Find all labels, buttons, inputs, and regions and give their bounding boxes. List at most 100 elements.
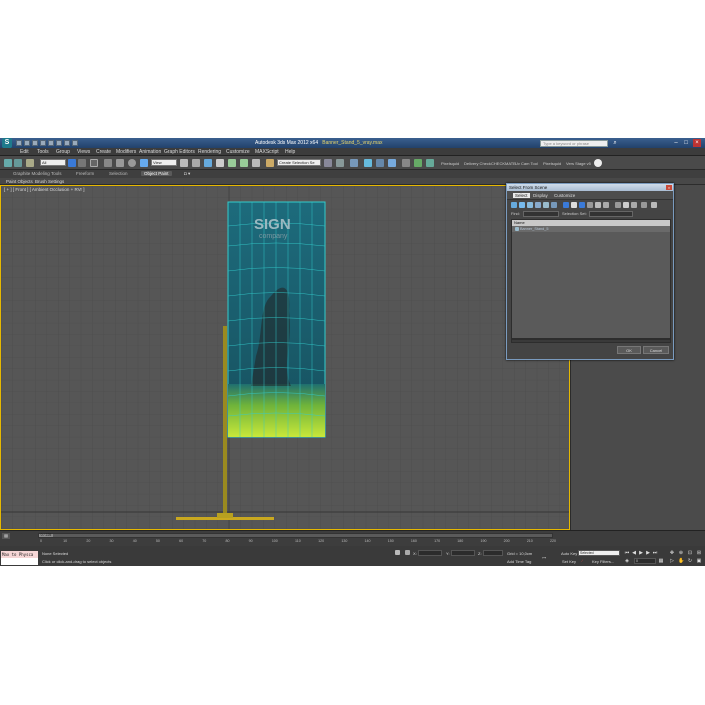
lock-selection-icon[interactable]: [395, 550, 400, 555]
menu-group[interactable]: Group: [56, 149, 70, 155]
find-input[interactable]: [523, 211, 559, 217]
maxscript-listener[interactable]: Max to Physca: [1, 551, 38, 558]
stand-pole[interactable]: [223, 326, 227, 518]
link-icon[interactable]: [4, 159, 12, 167]
eye-icon[interactable]: [594, 159, 602, 167]
auto-key-button[interactable]: Auto Key: [561, 551, 577, 556]
mirror-icon[interactable]: [324, 159, 332, 167]
viewport-label[interactable]: [ + ] [ Front ] [ Ambient Occlusion + RV…: [4, 187, 85, 192]
tab-graphite-modeling[interactable]: Graphite Modeling Tools: [10, 171, 64, 176]
set-key-icon[interactable]: ⁄: [582, 558, 583, 563]
display-shapes-icon[interactable]: [519, 202, 525, 208]
percent-snap-icon[interactable]: [240, 159, 248, 167]
curve-editor-icon[interactable]: [376, 159, 384, 167]
display-invert-icon[interactable]: [631, 202, 637, 208]
display-geometry-icon[interactable]: [511, 202, 517, 208]
selection-set-dropdown[interactable]: [589, 211, 633, 217]
dialog-menu-display[interactable]: Display: [533, 193, 548, 198]
hold-icon[interactable]: [56, 140, 62, 146]
mini-curve-editor-icon[interactable]: ▤: [2, 533, 10, 539]
select-manipulate-icon[interactable]: [192, 159, 200, 167]
filter-icon[interactable]: [641, 202, 647, 208]
x-coordinate-field[interactable]: [418, 550, 442, 556]
redo-icon[interactable]: [48, 140, 54, 146]
menu-graph-editors[interactable]: Graph Editors: [164, 149, 195, 155]
edit-named-selection-icon[interactable]: [266, 159, 274, 167]
time-slider-thumb[interactable]: 0 / 225: [39, 533, 53, 537]
orbit-icon[interactable]: ↻: [687, 558, 693, 564]
tab-selection[interactable]: Selection: [106, 171, 131, 176]
window-crossing-icon[interactable]: [104, 159, 112, 167]
dialog-title-bar[interactable]: Select From Scene ×: [507, 184, 673, 191]
select-from-scene-dialog[interactable]: Select From Scene × Select Display Custo…: [506, 183, 674, 360]
menu-create[interactable]: Create: [96, 149, 111, 155]
list-item[interactable]: Banner_Stand_5: [512, 226, 670, 232]
y-coordinate-field[interactable]: [451, 550, 475, 556]
maximize-icon[interactable]: □: [682, 139, 690, 147]
display-helpers-icon[interactable]: [543, 202, 549, 208]
menu-edit[interactable]: Edit: [20, 149, 29, 155]
search-icon[interactable]: ⌕: [611, 139, 619, 147]
menu-modifiers[interactable]: Modifiers: [116, 149, 136, 155]
object-list[interactable]: Name Banner_Stand_5: [511, 219, 671, 339]
dialog-close-icon[interactable]: ×: [666, 185, 672, 190]
display-hidden-icon[interactable]: [603, 202, 609, 208]
named-selection-dropdown[interactable]: Create Selection Se: [277, 159, 321, 166]
select-by-name-icon[interactable]: [78, 159, 86, 167]
keyboard-shortcut-icon[interactable]: [204, 159, 212, 167]
go-to-start-icon[interactable]: ⏮: [624, 550, 630, 556]
zoom-icon[interactable]: ✥: [669, 550, 675, 556]
pixelsquid-button-2[interactable]: Pixelsquid: [543, 161, 561, 166]
time-configuration-icon[interactable]: ▦: [658, 558, 664, 564]
go-to-end-icon[interactable]: ⏭: [652, 550, 658, 556]
move-icon[interactable]: [116, 159, 124, 167]
save-file-icon[interactable]: [32, 140, 38, 146]
cancel-button[interactable]: Cancel: [643, 346, 669, 354]
ok-button[interactable]: OK: [617, 346, 641, 354]
maxscript-input[interactable]: [1, 558, 38, 565]
set-key-button[interactable]: Set Key: [562, 559, 576, 564]
previous-frame-icon[interactable]: ◀: [631, 550, 637, 556]
zoom-extents-icon[interactable]: ⊡: [687, 550, 693, 556]
maximize-viewport-icon[interactable]: ▣: [696, 558, 702, 564]
pixelsquid-button[interactable]: Pixelsquid: [441, 161, 459, 166]
key-mode-icon[interactable]: ⊶: [542, 555, 546, 560]
project-folder-icon[interactable]: [72, 140, 78, 146]
checkmate-button[interactable]: CHECKMATE: [491, 161, 516, 166]
key-mode-toggle-icon[interactable]: ◈: [624, 558, 630, 564]
reference-coordinate-dropdown[interactable]: View: [151, 159, 177, 166]
new-file-icon[interactable]: [16, 140, 22, 146]
field-of-view-icon[interactable]: ▷: [669, 558, 675, 564]
rotate-icon[interactable]: [128, 159, 136, 167]
menu-help[interactable]: Help: [285, 149, 295, 155]
display-groups-icon[interactable]: [563, 202, 569, 208]
display-bones-icon[interactable]: [579, 202, 585, 208]
z-coordinate-field[interactable]: [483, 550, 503, 556]
brush-settings-tab[interactable]: Brush Settings: [35, 179, 64, 184]
delivery-check-button[interactable]: Delivery Check: [464, 161, 491, 166]
rectangular-selection-icon[interactable]: [90, 159, 98, 167]
select-object-icon[interactable]: [68, 159, 76, 167]
menu-tools[interactable]: Tools: [37, 149, 49, 155]
menu-views[interactable]: Views: [77, 149, 90, 155]
tab-freeform[interactable]: Freeform: [73, 171, 97, 176]
close-icon[interactable]: ×: [693, 139, 701, 147]
ribbon-options-icon[interactable]: ◘ ▾: [181, 171, 193, 177]
pivot-center-icon[interactable]: [180, 159, 188, 167]
selection-filter-dropdown[interactable]: All: [40, 159, 66, 166]
scale-icon[interactable]: [140, 159, 148, 167]
dialog-menu-select[interactable]: Select: [513, 193, 530, 198]
align-icon[interactable]: [336, 159, 344, 167]
undo-icon[interactable]: [40, 140, 46, 146]
front-viewport[interactable]: [ + ] [ Front ] [ Ambient Occlusion + RV…: [0, 185, 570, 530]
menu-animation[interactable]: Animation: [139, 149, 161, 155]
display-all-icon[interactable]: [615, 202, 621, 208]
display-lights-icon[interactable]: [527, 202, 533, 208]
menu-rendering[interactable]: Rendering: [198, 149, 221, 155]
display-none-icon[interactable]: [623, 202, 629, 208]
zoom-extents-all-icon[interactable]: ⊞: [696, 550, 702, 556]
key-filters-button[interactable]: Key Filters...: [592, 559, 614, 564]
menu-customize[interactable]: Customize: [226, 149, 250, 155]
selection-set-key-dropdown[interactable]: Selected: [578, 550, 620, 556]
add-time-tag[interactable]: Add Time Tag: [507, 559, 531, 564]
